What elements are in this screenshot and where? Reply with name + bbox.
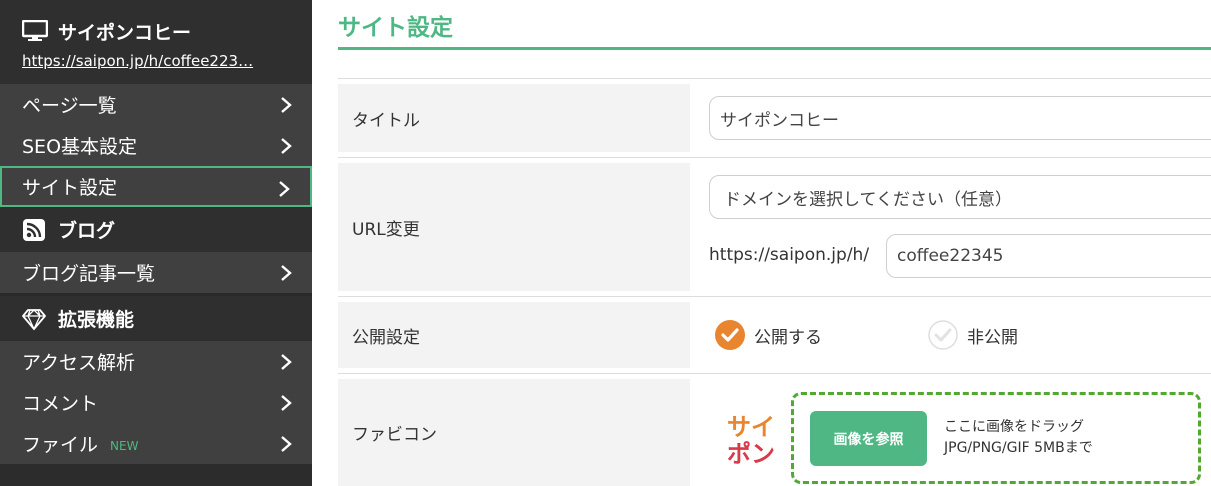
blog-nav-group: ブログ記事一覧 <box>0 252 312 293</box>
site-name: サイポンコヒー <box>58 21 192 44</box>
url-row-label: URL変更 <box>338 163 690 291</box>
sidebar-item-analytics[interactable]: アクセス解析 <box>0 341 312 382</box>
saipon-logo-icon: サイ ポン <box>727 413 775 466</box>
title-row-label: タイトル <box>338 84 690 152</box>
domain-select-value: ドメインを選択してください（任意） <box>724 189 1012 210</box>
sidebar-item-label: サイト設定 <box>22 177 118 199</box>
new-badge: NEW <box>110 438 139 453</box>
divider <box>338 78 1211 79</box>
radio-private-label: 非公開 <box>967 327 1018 348</box>
sidebar-item-label: SEO基本設定 <box>22 136 138 158</box>
check-circle-icon <box>715 320 745 350</box>
extensions-nav-group: アクセス解析 コメント ファイル NEW <box>0 341 312 464</box>
divider <box>338 157 1211 158</box>
pages-nav-group: ページ一覧 SEO基本設定 サイト設定 <box>0 84 312 207</box>
url-prefix: https://saipon.jp/h/ <box>709 245 870 265</box>
favicon-drop-zone[interactable]: 画像を参照 ここに画像をドラッグ JPG/PNG/GIF 5MBまで <box>791 392 1201 484</box>
publish-row-label: 公開設定 <box>338 302 690 368</box>
sidebar-item-label: アクセス解析 <box>22 352 136 374</box>
chevron-right-icon <box>281 138 292 154</box>
sidebar-item-label: ブログ記事一覧 <box>22 263 156 285</box>
sidebar-item-label: コメント <box>22 393 99 415</box>
sidebar-item-blog-posts[interactable]: ブログ記事一覧 <box>0 252 312 293</box>
sidebar-item-comments[interactable]: コメント <box>0 382 312 423</box>
sidebar-item-site-settings[interactable]: サイト設定 <box>0 166 312 207</box>
radio-publish[interactable]: 公開する <box>714 319 822 351</box>
main-content: サイト設定 タイトル URL変更 ドメインを選択してください（任意） https… <box>338 0 1211 486</box>
blog-section-title: ブログ <box>58 220 116 242</box>
browse-image-button[interactable]: 画像を参照 <box>810 411 927 466</box>
url-path-input[interactable] <box>886 234 1211 278</box>
site-url-link[interactable]: https://saipon.jp/h/coffee223… <box>22 52 302 70</box>
title-underline <box>338 47 1211 50</box>
chevron-right-icon <box>279 181 290 197</box>
sidebar-item-page-list[interactable]: ページ一覧 <box>0 84 312 125</box>
radio-publish-label: 公開する <box>754 327 822 348</box>
sidebar-item-files[interactable]: ファイル NEW <box>0 423 312 464</box>
chevron-right-icon <box>281 97 292 113</box>
chevron-right-icon <box>281 395 292 411</box>
drop-hint-line: ここに画像をドラッグ <box>944 419 1084 435</box>
extensions-section-header: 拡張機能 <box>0 296 312 341</box>
sidebar-item-label: ページ一覧 <box>22 95 117 117</box>
sidebar-item-label: ファイル <box>22 434 99 456</box>
page-title: サイト設定 <box>338 15 453 41</box>
svg-text:ポン: ポン <box>727 440 775 466</box>
svg-text:サイ: サイ <box>727 413 775 441</box>
domain-select[interactable]: ドメインを選択してください（任意） <box>709 175 1211 219</box>
rss-icon <box>23 218 45 241</box>
extensions-section-title: 拡張機能 <box>58 309 135 331</box>
drop-hint-line: JPG/PNG/GIF 5MBまで <box>944 440 1093 456</box>
blog-section-header: ブログ <box>0 207 312 252</box>
monitor-icon <box>22 20 48 41</box>
diamond-icon <box>22 308 46 331</box>
divider <box>338 373 1211 374</box>
favicon-row-label: ファビコン <box>338 379 690 486</box>
chevron-right-icon <box>281 436 292 452</box>
check-circle-icon <box>928 320 958 350</box>
radio-private[interactable]: 非公開 <box>927 319 1018 351</box>
chevron-right-icon <box>281 265 292 281</box>
divider <box>338 296 1211 297</box>
drop-hint: ここに画像をドラッグ JPG/PNG/GIF 5MBまで <box>944 417 1093 459</box>
sidebar-item-seo-settings[interactable]: SEO基本設定 <box>0 125 312 166</box>
sidebar: サイポンコヒー https://saipon.jp/h/coffee223… ペ… <box>0 0 312 486</box>
site-header: サイポンコヒー https://saipon.jp/h/coffee223… <box>0 0 312 84</box>
chevron-right-icon <box>281 354 292 370</box>
site-title-input[interactable] <box>709 96 1211 140</box>
